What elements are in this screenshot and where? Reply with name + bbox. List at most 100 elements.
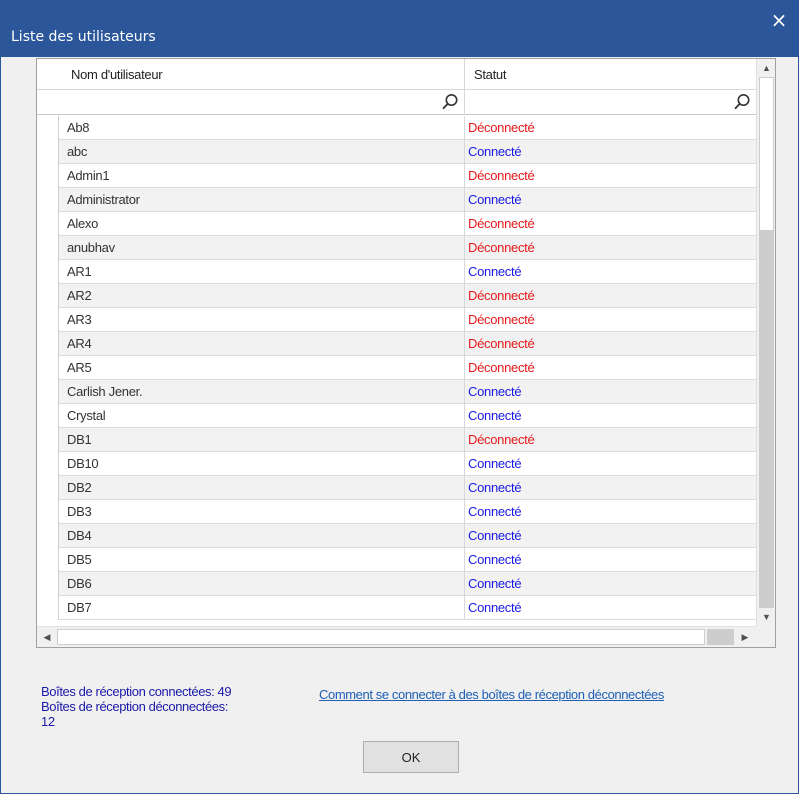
row-selector[interactable] bbox=[37, 452, 59, 476]
row-selector[interactable] bbox=[37, 524, 59, 548]
table-row[interactable]: abc Connecté bbox=[37, 140, 756, 164]
table-row[interactable]: AR1 Connecté bbox=[37, 260, 756, 284]
disconnected-count: 12 bbox=[41, 714, 55, 729]
status-filter-input[interactable] bbox=[465, 92, 733, 113]
cell-username: Alexo bbox=[67, 216, 99, 231]
scroll-track-lower[interactable] bbox=[759, 231, 774, 608]
row-selector[interactable] bbox=[37, 572, 59, 596]
column-divider bbox=[464, 188, 465, 212]
table-row[interactable]: DB2 Connecté bbox=[37, 476, 756, 500]
help-link-disconnected[interactable]: Comment se connecter à des boîtes de réc… bbox=[319, 687, 664, 702]
column-divider bbox=[464, 524, 465, 548]
row-selector[interactable] bbox=[37, 308, 59, 332]
row-selector[interactable] bbox=[37, 356, 59, 380]
row-selector[interactable] bbox=[37, 404, 59, 428]
table-row[interactable]: AR5 Déconnecté bbox=[37, 356, 756, 380]
search-icon[interactable] bbox=[441, 93, 459, 111]
table-row[interactable]: AR3 Déconnecté bbox=[37, 308, 756, 332]
horizontal-scrollbar[interactable]: ◀ ▶ bbox=[37, 626, 756, 647]
username-filter-input[interactable] bbox=[37, 92, 441, 113]
row-selector[interactable] bbox=[37, 212, 59, 236]
table-row[interactable]: DB7 Connecté bbox=[37, 596, 756, 620]
table-row[interactable]: DB3 Connecté bbox=[37, 500, 756, 524]
title-bar: Liste des utilisateurs × bbox=[1, 1, 798, 57]
arrow-up-icon[interactable]: ▲ bbox=[757, 59, 776, 77]
table-row[interactable]: DB4 Connecté bbox=[37, 524, 756, 548]
close-icon[interactable]: × bbox=[766, 9, 792, 31]
filter-row bbox=[37, 90, 756, 115]
cell-username: Ab8 bbox=[67, 120, 90, 135]
table-row[interactable]: DB10 Connecté bbox=[37, 452, 756, 476]
cell-status-connected: Connecté bbox=[468, 576, 522, 591]
column-header-status[interactable]: Statut bbox=[474, 59, 506, 90]
scroll-thumb[interactable] bbox=[759, 77, 774, 231]
scroll-track[interactable] bbox=[759, 77, 774, 608]
row-selector[interactable] bbox=[37, 380, 59, 404]
hscroll-thumb[interactable] bbox=[57, 629, 705, 645]
table-row[interactable]: Alexo Déconnecté bbox=[37, 212, 756, 236]
row-selector[interactable] bbox=[37, 284, 59, 308]
column-divider bbox=[464, 572, 465, 596]
column-divider bbox=[464, 356, 465, 380]
cell-username: abc bbox=[67, 144, 88, 159]
row-selector[interactable] bbox=[37, 596, 59, 620]
arrow-down-icon[interactable]: ▼ bbox=[757, 608, 776, 626]
row-selector[interactable] bbox=[37, 236, 59, 260]
cell-status-connected: Connecté bbox=[468, 600, 522, 615]
column-header-username[interactable]: Nom d'utilisateur bbox=[71, 59, 163, 90]
table-row[interactable]: Ab8 Déconnecté bbox=[37, 116, 756, 140]
table-row[interactable]: Administrator Connecté bbox=[37, 188, 756, 212]
row-selector[interactable] bbox=[37, 140, 59, 164]
row-selector[interactable] bbox=[37, 500, 59, 524]
table-row[interactable]: DB6 Connecté bbox=[37, 572, 756, 596]
column-divider bbox=[464, 452, 465, 476]
cell-status-connected: Connecté bbox=[468, 480, 522, 495]
cell-username: Administrator bbox=[67, 192, 140, 207]
cell-username: DB6 bbox=[67, 576, 92, 591]
row-selector[interactable] bbox=[37, 260, 59, 284]
column-divider bbox=[464, 212, 465, 236]
table-row[interactable]: anubhav Déconnecté bbox=[37, 236, 756, 260]
column-divider[interactable] bbox=[464, 59, 465, 90]
row-selector[interactable] bbox=[37, 188, 59, 212]
column-divider bbox=[464, 260, 465, 284]
disconnected-label: Boîtes de réception déconnectées: bbox=[41, 699, 228, 714]
vertical-scrollbar[interactable]: ▲ ▼ bbox=[756, 59, 775, 626]
cell-status-connected: Connecté bbox=[468, 384, 522, 399]
column-divider bbox=[464, 284, 465, 308]
column-divider bbox=[464, 236, 465, 260]
table-row[interactable]: Admin1 Déconnecté bbox=[37, 164, 756, 188]
row-selector[interactable] bbox=[37, 116, 59, 140]
cell-username: Admin1 bbox=[67, 168, 110, 183]
column-divider bbox=[464, 332, 465, 356]
row-selector[interactable] bbox=[37, 164, 59, 188]
cell-status-disconnected: Déconnecté bbox=[468, 240, 535, 255]
row-selector[interactable] bbox=[37, 332, 59, 356]
row-selector[interactable] bbox=[37, 428, 59, 452]
cell-username: Crystal bbox=[67, 408, 106, 423]
grid-header: Nom d'utilisateur Statut bbox=[37, 59, 756, 90]
table-row[interactable]: AR4 Déconnecté bbox=[37, 332, 756, 356]
row-selector[interactable] bbox=[37, 476, 59, 500]
cell-username: anubhav bbox=[67, 240, 115, 255]
table-row[interactable]: DB5 Connecté bbox=[37, 548, 756, 572]
hscroll-track[interactable] bbox=[707, 629, 734, 645]
cell-status-disconnected: Déconnecté bbox=[468, 360, 535, 375]
column-divider bbox=[464, 596, 465, 620]
cell-status-disconnected: Déconnecté bbox=[468, 216, 535, 231]
column-divider bbox=[464, 428, 465, 452]
table-row[interactable]: Crystal Connecté bbox=[37, 404, 756, 428]
cell-username: DB7 bbox=[67, 600, 92, 615]
cell-username: AR2 bbox=[67, 288, 92, 303]
arrow-left-icon[interactable]: ◀ bbox=[37, 627, 57, 647]
cell-status-connected: Connecté bbox=[468, 504, 522, 519]
table-row[interactable]: DB1 Déconnecté bbox=[37, 428, 756, 452]
cell-status-connected: Connecté bbox=[468, 192, 522, 207]
table-row[interactable]: Carlish Jener. Connecté bbox=[37, 380, 756, 404]
cell-status-connected: Connecté bbox=[468, 552, 522, 567]
table-row[interactable]: AR2 Déconnecté bbox=[37, 284, 756, 308]
arrow-right-icon[interactable]: ▶ bbox=[735, 627, 755, 647]
ok-button[interactable]: OK bbox=[363, 741, 459, 773]
row-selector[interactable] bbox=[37, 548, 59, 572]
search-icon[interactable] bbox=[733, 93, 751, 111]
